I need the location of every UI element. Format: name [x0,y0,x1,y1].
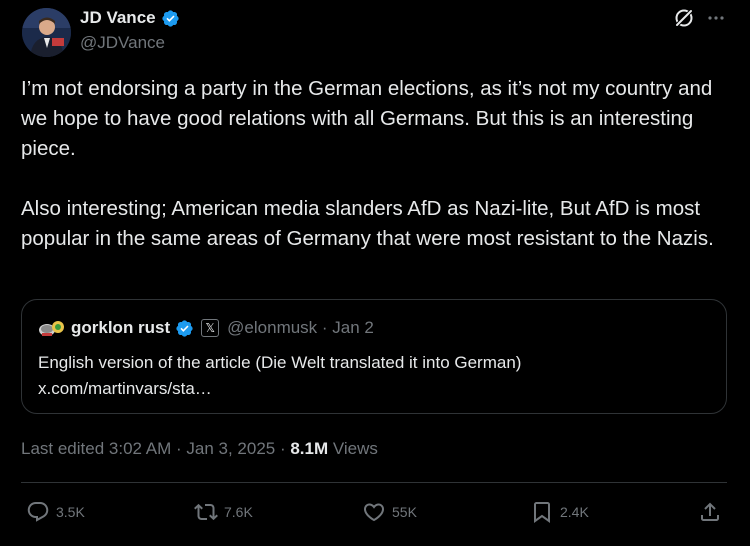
like-button[interactable]: 55K [362,500,417,524]
display-name[interactable]: JD Vance [80,8,156,28]
edited-timestamp[interactable]: Last edited 3:02 AM · Jan 3, 2025 · [21,439,290,458]
tweet-text: I’m not endorsing a party in the German … [21,74,733,254]
affiliate-x-badge: 𝕏 [201,319,220,337]
verified-badge-icon [161,9,180,28]
views-count: 8.1M [290,439,329,458]
quoted-tweet[interactable]: gorklon rust 𝕏 @elonmusk · Jan 2 English… [21,299,727,414]
share-icon [698,500,722,524]
handle[interactable]: @JDVance [80,33,165,53]
tweet-paragraph: Also interesting; American media slander… [21,197,714,250]
reply-count: 3.5K [56,504,85,520]
quote-text: English version of the article (Die Welt… [38,353,522,372]
repost-button[interactable]: 7.6K [194,500,253,524]
reply-button[interactable]: 3.5K [26,500,85,524]
bookmark-button[interactable]: 2.4K [530,500,589,524]
quote-handle-date[interactable]: @elonmusk · Jan 2 [227,318,374,338]
divider [21,482,727,483]
quote-avatar[interactable] [38,316,66,340]
avatar[interactable] [22,8,71,57]
grok-icon[interactable] [672,6,696,30]
tweet-paragraph: I’m not endorsing a party in the German … [21,77,713,160]
quote-display-name[interactable]: gorklon rust [71,318,170,338]
share-button[interactable] [698,500,722,524]
reply-icon [26,500,50,524]
repost-icon [194,500,218,524]
heart-icon [362,500,386,524]
repost-count: 7.6K [224,504,253,520]
bookmark-count: 2.4K [560,504,589,520]
bookmark-icon [530,500,554,524]
tweet-meta: Last edited 3:02 AM · Jan 3, 2025 · 8.1M… [21,439,378,459]
views-label: Views [328,439,378,458]
verified-badge-icon [175,319,194,338]
quote-link[interactable]: x.com/martinvars/sta… [38,376,212,402]
tweet-header: JD Vance @JDVance [0,0,750,70]
like-count: 55K [392,504,417,520]
more-icon[interactable] [704,6,728,30]
